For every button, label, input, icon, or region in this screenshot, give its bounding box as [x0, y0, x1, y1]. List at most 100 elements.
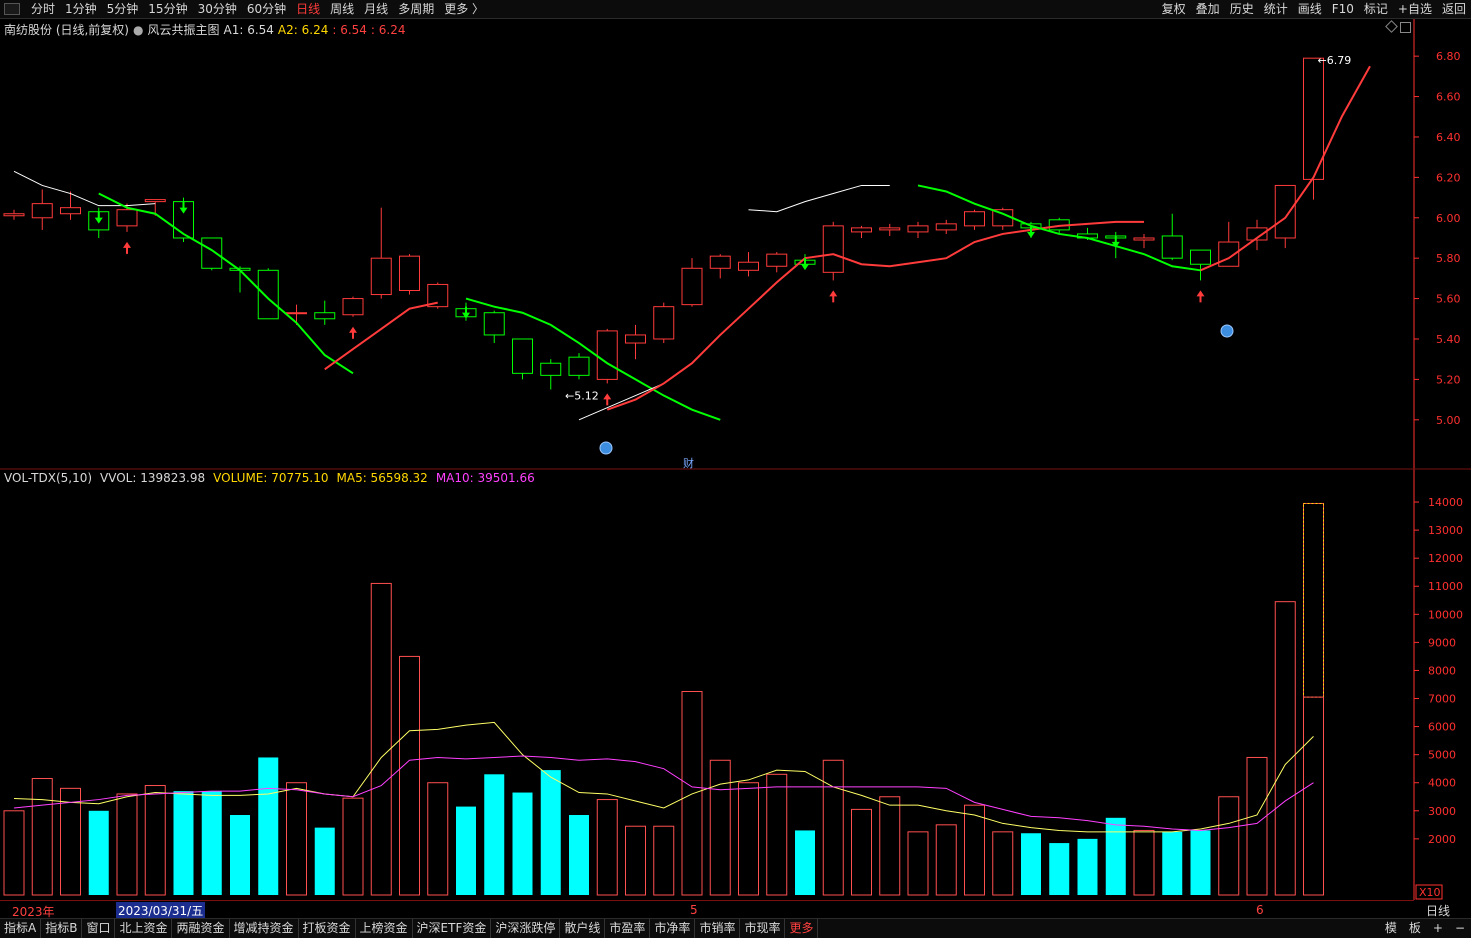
- tab-northbound[interactable]: 北上资金: [115, 919, 173, 938]
- candle-body: [1161, 235, 1183, 259]
- volume-bar: [1274, 601, 1296, 896]
- candle-body: [144, 199, 166, 203]
- buy-arrow-icon: [123, 241, 131, 254]
- volume-bar: [907, 831, 929, 896]
- buy-arrow-icon: [829, 290, 838, 303]
- candle-body: [738, 261, 759, 271]
- tab-retail-line[interactable]: 散户线: [560, 919, 606, 938]
- candle-body: [116, 209, 138, 227]
- candle-body: [681, 267, 703, 306]
- trend-line-white: [748, 184, 890, 213]
- price-tick-label: 5.60: [1436, 293, 1461, 306]
- tab-holding-change[interactable]: 增减持资金: [230, 919, 299, 938]
- volume-bar: [1303, 696, 1324, 896]
- volume-bar: [116, 793, 138, 896]
- volume-bar: [851, 808, 872, 896]
- tab-indicator-a[interactable]: 指标A: [0, 919, 42, 938]
- low-price-label: ←5.12: [565, 390, 599, 403]
- candle-body: [1190, 249, 1211, 265]
- tab-ps[interactable]: 市销率: [695, 919, 741, 938]
- tab-pb[interactable]: 市净率: [650, 919, 696, 938]
- tab-window[interactable]: 窗口: [82, 919, 116, 938]
- volume-bar: [144, 785, 166, 896]
- volume-bar: [625, 825, 646, 896]
- board-button[interactable]: 板: [1403, 919, 1427, 938]
- buy-arrow-icon: [349, 326, 357, 339]
- volume-bar: [314, 827, 335, 895]
- volume-bar: [456, 806, 476, 895]
- volume-bar: [1303, 502, 1324, 896]
- candle-body: [314, 312, 336, 320]
- volume-bar: [569, 815, 589, 895]
- price-tick-label: 5.00: [1436, 414, 1461, 427]
- volume-bar: [370, 582, 392, 896]
- volume-tick-label: 3000: [1428, 805, 1456, 818]
- candle-body: [1133, 237, 1155, 241]
- tab-pcf[interactable]: 市现率: [740, 919, 786, 938]
- month-6-label: 6: [1256, 903, 1264, 917]
- candle-body: [540, 362, 562, 376]
- x10-label: X10: [1419, 886, 1441, 899]
- candle-body: [3, 213, 25, 217]
- tab-limit-up-funds[interactable]: 打板资金: [299, 919, 356, 938]
- volume-tick-label: 14000: [1428, 496, 1463, 509]
- zoom-out-button[interactable]: −: [1449, 919, 1471, 938]
- volume-bar: [879, 796, 901, 896]
- volume-bar: [738, 782, 759, 896]
- date-axis: 2023年 2023/03/31/五 5 6: [0, 900, 1414, 919]
- buy-arrow-icon: [603, 393, 612, 406]
- volume-tick-label: 5000: [1428, 749, 1456, 762]
- template-button[interactable]: 模: [1379, 919, 1403, 938]
- zoom-in-button[interactable]: +: [1427, 919, 1449, 938]
- candle-body: [370, 257, 392, 296]
- volume-bar: [992, 831, 1014, 896]
- candle-body: [625, 334, 646, 344]
- month-5-label: 5: [690, 903, 698, 917]
- tab-more-indicators[interactable]: 更多: [785, 919, 819, 938]
- event-dot-icon: [1220, 324, 1234, 338]
- candle-body: [31, 203, 53, 219]
- volume-bar: [596, 799, 618, 896]
- candle-body: [257, 269, 279, 320]
- volume-tick-label: 7000: [1428, 693, 1456, 706]
- tab-indicator-b[interactable]: 指标B: [41, 919, 83, 938]
- volume-bar: [1218, 796, 1240, 896]
- volume-bar: [1133, 829, 1155, 896]
- cursor-date-label: 2023/03/31/五: [116, 902, 206, 919]
- volume-bar: [399, 655, 420, 896]
- price-tick-label: 5.80: [1436, 252, 1461, 265]
- indicator-tabbar: 指标A 指标B 窗口 北上资金 两融资金 增减持资金 打板资金 上榜资金 沪深E…: [0, 918, 1471, 938]
- kline-chart[interactable]: 6.80 6.60 6.40 6.20 6.00 5.80 5.60 5.40 5.20 5.00…: [0, 0, 1471, 900]
- volume-bar: [258, 757, 279, 895]
- volume-tick-label: 11000: [1428, 580, 1463, 593]
- candle-body: [1274, 184, 1296, 239]
- bottom-right-controls: 模 板 + −: [1379, 919, 1471, 938]
- candle-body: [201, 237, 223, 269]
- tab-limit-stats[interactable]: 沪深涨跌停: [491, 919, 561, 938]
- volume-bar: [1105, 817, 1126, 895]
- candle-body: [512, 338, 533, 374]
- volume-bar: [286, 782, 307, 896]
- candle-body: [653, 306, 675, 340]
- volume-bar: [230, 815, 250, 895]
- volume-tick-label: 12000: [1428, 552, 1463, 565]
- tab-billboard[interactable]: 上榜资金: [356, 919, 413, 938]
- trend-line-red: [606, 220, 1144, 411]
- price-tick-label: 6.00: [1436, 212, 1461, 225]
- price-tick-label: 6.80: [1436, 50, 1461, 63]
- candle-body: [286, 312, 307, 315]
- volume-bar: [795, 830, 815, 895]
- volume-bar: [540, 770, 561, 895]
- volume-bar: [512, 792, 533, 895]
- volume-bar: [3, 810, 25, 896]
- tab-etf-funds[interactable]: 沪深ETF资金: [413, 919, 492, 938]
- tab-pe[interactable]: 市盈率: [605, 919, 651, 938]
- candle-body: [851, 227, 872, 233]
- price-tick-label: 5.20: [1436, 373, 1461, 386]
- volume-bar: [60, 787, 81, 896]
- volume-bar: [1049, 843, 1070, 895]
- volume-tick-label: 6000: [1428, 721, 1456, 734]
- candle-body: [483, 312, 505, 336]
- candle-body: [60, 207, 81, 215]
- tab-margin[interactable]: 两融资金: [172, 919, 230, 938]
